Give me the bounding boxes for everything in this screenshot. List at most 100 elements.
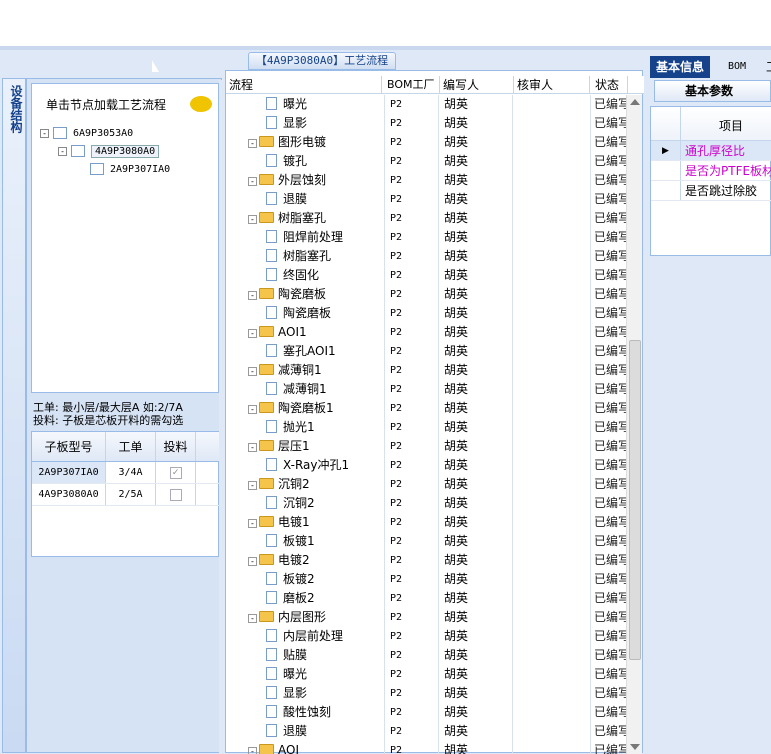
table-row[interactable]: 沉铜2 P2 胡英 已编写 xyxy=(226,494,626,513)
tab-device-structure[interactable]: 设备结构 xyxy=(2,78,26,753)
tab-more[interactable]: 工 xyxy=(760,56,771,78)
tree-node[interactable]: - 6A9P3053A0 xyxy=(40,124,133,142)
tab-bom[interactable]: BOM xyxy=(722,56,752,78)
table-row[interactable]: - 沉铜2 P2 胡英 已编写 xyxy=(226,475,626,494)
table-row[interactable]: X-Ray冲孔1 P2 胡英 已编写 xyxy=(226,456,626,475)
document-icon xyxy=(266,724,277,737)
param-row[interactable]: 是否跳过除胶 xyxy=(651,181,771,201)
col-header-feed[interactable]: 投料 xyxy=(156,432,196,461)
table-row[interactable]: - 减薄铜1 P2 胡英 已编写 xyxy=(226,361,626,380)
col-header-status[interactable]: 状态 xyxy=(592,76,628,94)
process-name-label: 沉铜2 xyxy=(278,477,310,491)
vertical-scrollbar[interactable] xyxy=(626,95,642,754)
collapse-icon[interactable]: - xyxy=(58,146,67,156)
collapse-icon[interactable]: - xyxy=(248,367,257,376)
table-row[interactable]: 板镀2 P2 胡英 已编写 xyxy=(226,570,626,589)
table-row[interactable]: 磨板2 P2 胡英 已编写 xyxy=(226,589,626,608)
table-row[interactable]: - AOI1 P2 胡英 已编写 xyxy=(226,323,626,342)
table-row[interactable]: - 层压1 P2 胡英 已编写 xyxy=(226,437,626,456)
table-row[interactable]: 板镀1 P2 胡英 已编写 xyxy=(226,532,626,551)
cell-feed[interactable]: ✓ xyxy=(156,462,196,483)
table-row[interactable]: 贴膜 P2 胡英 已编写 xyxy=(226,646,626,665)
table-row[interactable]: 镀孔 P2 胡英 已编写 xyxy=(226,152,626,171)
param-row[interactable]: ▶ 通孔厚径比 xyxy=(651,141,771,161)
cell-process-name: 退膜 xyxy=(266,722,396,741)
node-icon xyxy=(71,145,85,157)
collapse-icon[interactable]: - xyxy=(248,481,257,490)
process-name-label: 内层前处理 xyxy=(283,629,344,643)
table-row[interactable]: - 电镀1 P2 胡英 已编写 xyxy=(226,513,626,532)
collapse-icon[interactable]: - xyxy=(40,128,49,138)
folder-icon xyxy=(259,174,274,185)
table-row[interactable]: 内层前处理 P2 胡英 已编写 xyxy=(226,627,626,646)
cell-status: 已编写 xyxy=(594,553,626,567)
tab-basic-info[interactable]: 基本信息 xyxy=(650,56,711,78)
table-row[interactable]: 终固化 P2 胡英 已编写 xyxy=(226,266,626,285)
table-row[interactable]: - 陶瓷磨板1 P2 胡英 已编写 xyxy=(226,399,626,418)
cell-bom-plant: P2 xyxy=(390,118,403,129)
cell-process-name: - 电镀2 xyxy=(248,551,378,570)
cell-status: 已编写 xyxy=(594,439,626,453)
tree-node-selected[interactable]: - 4A9P3080A0 xyxy=(58,142,160,160)
scrollbar-thumb[interactable] xyxy=(629,340,641,660)
table-row[interactable]: 酸性蚀刻 P2 胡英 已编写 xyxy=(226,703,626,722)
collapse-icon[interactable]: - xyxy=(248,291,257,300)
table-row[interactable]: 2A9P307IA0 3/4A ✓ xyxy=(32,462,220,484)
collapse-icon[interactable]: - xyxy=(248,215,257,224)
cell-writer: 胡英 xyxy=(444,705,469,719)
document-icon xyxy=(266,420,277,433)
table-row[interactable]: 塞孔AOI1 P2 胡英 已编写 xyxy=(226,342,626,361)
cell-order[interactable]: 3/4A xyxy=(106,462,156,483)
table-row[interactable]: 陶瓷磨板 P2 胡英 已编写 xyxy=(226,304,626,323)
table-row[interactable]: 减薄铜1 P2 胡英 已编写 xyxy=(226,380,626,399)
cell-feed[interactable] xyxy=(156,484,196,505)
table-row[interactable]: - 图形电镀 P2 胡英 已编写 xyxy=(226,133,626,152)
collapse-icon[interactable]: - xyxy=(248,443,257,452)
collapse-icon[interactable]: - xyxy=(248,405,257,414)
col-header-process[interactable]: 流程 xyxy=(226,76,382,94)
table-row[interactable]: 曝光 P2 胡英 已编写 xyxy=(226,95,626,114)
collapse-icon[interactable]: - xyxy=(248,177,257,186)
table-row[interactable]: 4A9P3080A0 2/5A xyxy=(32,484,220,506)
collapse-icon[interactable]: - xyxy=(248,614,257,623)
table-row[interactable]: - 陶瓷磨板 P2 胡英 已编写 xyxy=(226,285,626,304)
tree-node[interactable]: 2A9P307IA0 xyxy=(90,160,170,178)
table-row[interactable]: 树脂塞孔 P2 胡英 已编写 xyxy=(226,247,626,266)
feed-checkbox[interactable]: ✓ xyxy=(169,466,182,479)
col-header-bom-plant[interactable]: BOM工厂 xyxy=(384,76,440,94)
table-row[interactable]: - AOI P2 胡英 已编写 xyxy=(226,741,626,754)
table-row[interactable]: - 树脂塞孔 P2 胡英 已编写 xyxy=(226,209,626,228)
cell-status: 已编写 xyxy=(594,724,626,738)
folder-icon xyxy=(259,402,274,413)
cell-order[interactable]: 2/5A xyxy=(106,484,156,505)
table-row[interactable]: 退膜 P2 胡英 已编写 xyxy=(226,190,626,209)
table-row[interactable]: - 内层图形 P2 胡英 已编写 xyxy=(226,608,626,627)
table-row[interactable]: 抛光1 P2 胡英 已编写 xyxy=(226,418,626,437)
col-header-model[interactable]: 子板型号 xyxy=(32,432,106,461)
scroll-up-icon[interactable] xyxy=(630,99,640,105)
table-row[interactable]: 退膜 P2 胡英 已编写 xyxy=(226,722,626,741)
collapse-icon[interactable]: - xyxy=(248,139,257,148)
col-header-item[interactable]: 项目 xyxy=(719,117,743,134)
process-name-label: 镀孔 xyxy=(283,154,308,168)
collapse-icon[interactable]: - xyxy=(248,519,257,528)
table-row[interactable]: 显影 P2 胡英 已编写 xyxy=(226,114,626,133)
cell-process-name: 内层前处理 xyxy=(266,627,396,646)
table-row[interactable]: - 电镀2 P2 胡英 已编写 xyxy=(226,551,626,570)
feed-checkbox[interactable] xyxy=(169,488,182,501)
collapse-icon[interactable]: - xyxy=(248,557,257,566)
speech-bubble-icon[interactable] xyxy=(190,96,212,112)
scroll-down-icon[interactable] xyxy=(630,744,640,750)
col-header-order[interactable]: 工单 xyxy=(106,432,156,461)
tab-basic-params[interactable]: 基本参数 xyxy=(654,80,771,102)
table-row[interactable]: - 外层蚀刻 P2 胡英 已编写 xyxy=(226,171,626,190)
table-row[interactable]: 显影 P2 胡英 已编写 xyxy=(226,684,626,703)
table-row[interactable]: 曝光 P2 胡英 已编写 xyxy=(226,665,626,684)
col-header-reviewer[interactable]: 核审人 xyxy=(514,76,590,94)
col-header-writer[interactable]: 编写人 xyxy=(440,76,514,94)
collapse-icon[interactable]: - xyxy=(248,329,257,338)
table-row[interactable]: 阻焊前处理 P2 胡英 已编写 xyxy=(226,228,626,247)
param-row[interactable]: 是否为PTFE板材 xyxy=(651,161,771,181)
process-name-label: 树脂塞孔 xyxy=(278,211,327,225)
cell-status: 已编写 xyxy=(594,173,626,187)
